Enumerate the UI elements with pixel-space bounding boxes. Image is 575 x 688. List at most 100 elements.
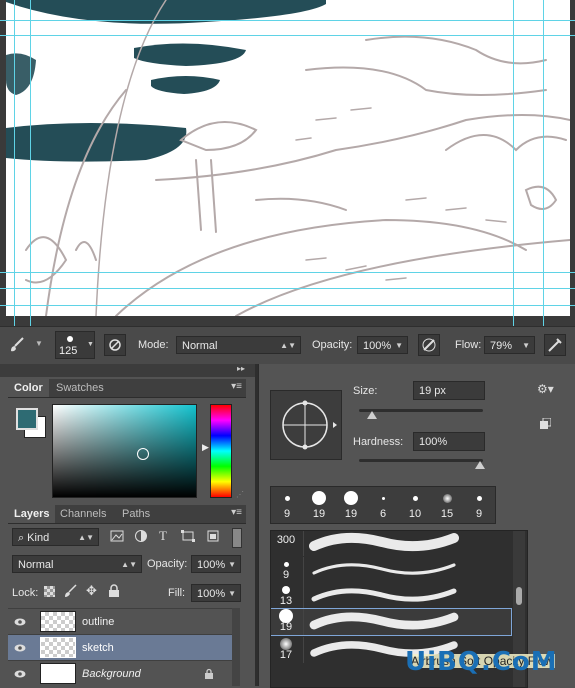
recent-brush-tip[interactable]: [442, 493, 452, 503]
layer-blend-mode-select[interactable]: Normal ▲▼: [12, 555, 142, 573]
collapse-panels-icon[interactable]: ▸▸: [237, 364, 245, 373]
brush-panel-toggle-button[interactable]: [104, 334, 126, 356]
brush-preset-row[interactable]: 13: [271, 583, 511, 609]
layers-scrollbar[interactable]: [232, 608, 240, 686]
lock-position-icon[interactable]: ✥: [86, 583, 97, 599]
brush-tip-size: 19: [279, 621, 293, 633]
guide-horizontal[interactable]: [0, 20, 575, 21]
recent-brush-tip[interactable]: [312, 491, 326, 505]
brush-tip-size: 17: [279, 649, 293, 661]
pressure-pen-icon: [422, 338, 436, 352]
layer-row-background[interactable]: Background: [8, 660, 232, 686]
hardness-input[interactable]: 100%: [413, 432, 485, 451]
guide-horizontal[interactable]: [0, 272, 575, 273]
lock-image-pixels-icon[interactable]: [64, 584, 78, 601]
visibility-eye-icon[interactable]: [14, 616, 26, 628]
panel-menu-icon[interactable]: ▾≡: [231, 381, 242, 392]
guide-vertical[interactable]: [543, 0, 544, 326]
opacity-input[interactable]: 100% ▼: [357, 336, 408, 354]
fill-input[interactable]: 100% ▼: [191, 584, 241, 602]
panel-menu-icon[interactable]: ▾≡: [231, 507, 242, 518]
layer-filter-select[interactable]: ⌕ Kind ▲▼: [12, 528, 99, 546]
lock-transparent-pixels-icon[interactable]: [44, 586, 55, 597]
layer-blend-mode-value: Normal: [18, 559, 54, 571]
layer-name[interactable]: outline: [82, 616, 114, 628]
recent-brush-size: 9: [283, 508, 291, 520]
brush-preset-picker[interactable]: 125 ▼: [55, 331, 95, 359]
recent-brush-tip[interactable]: [412, 495, 418, 501]
filter-smart-objects-icon[interactable]: [206, 530, 220, 545]
tab-swatches[interactable]: Swatches: [50, 379, 110, 397]
document-canvas[interactable]: [0, 0, 575, 326]
up-down-arrows-icon: ▲▼: [78, 533, 94, 542]
guide-horizontal[interactable]: [0, 288, 575, 289]
tab-channels[interactable]: Channels: [54, 505, 112, 523]
recent-brush-tip[interactable]: [381, 496, 385, 500]
brush-tip-shape-preview[interactable]: [270, 390, 342, 460]
brush-tool-icon[interactable]: [8, 336, 26, 357]
filter-toggle-switch[interactable]: [232, 528, 242, 548]
guide-vertical[interactable]: [14, 0, 15, 326]
brush-preset-row[interactable]: 300: [271, 531, 511, 556]
layer-row-sketch[interactable]: sketch: [8, 634, 232, 660]
brush-size-input[interactable]: 19 px: [413, 381, 485, 400]
recent-brush-size: 6: [379, 508, 387, 520]
guide-vertical[interactable]: [30, 0, 31, 326]
brush-angle-roundness-icon[interactable]: [271, 391, 341, 459]
layer-name[interactable]: Background: [82, 668, 141, 680]
hardness-slider[interactable]: [359, 459, 485, 469]
brush-stroke-preview: [303, 583, 462, 609]
brush-preset-row[interactable]: 19: [271, 608, 512, 636]
chevron-down-icon[interactable]: ▼: [522, 337, 530, 355]
layer-opacity-label: Opacity:: [147, 558, 188, 570]
recent-brush-tip[interactable]: [476, 495, 482, 501]
hue-slider[interactable]: [210, 404, 232, 498]
brush-size-readout: 125: [59, 345, 78, 357]
sketch-artwork: [6, 0, 570, 316]
visibility-eye-icon[interactable]: [14, 668, 26, 680]
gear-icon[interactable]: ⚙▾: [537, 382, 554, 396]
filter-adjustment-layers-icon[interactable]: [134, 529, 148, 546]
airbrush-button[interactable]: [544, 334, 566, 356]
brush-tip-thumbnail: [283, 561, 289, 567]
layer-name[interactable]: sketch: [82, 642, 114, 654]
chevron-down-icon[interactable]: ▼: [228, 585, 236, 603]
brush-preset-row[interactable]: 9: [271, 557, 511, 583]
tab-color[interactable]: Color: [8, 379, 49, 397]
visibility-eye-icon[interactable]: [14, 642, 26, 654]
blend-mode-value: Normal: [182, 340, 218, 352]
chevron-down-icon[interactable]: ▼: [395, 337, 403, 355]
flow-input[interactable]: 79% ▼: [484, 336, 535, 354]
resize-grip-icon[interactable]: ⋰: [236, 490, 244, 499]
new-preset-icon[interactable]: [539, 417, 552, 433]
layer-row-outline[interactable]: outline: [8, 608, 232, 634]
foreground-color-swatch[interactable]: [16, 408, 38, 430]
filter-type-layers-icon[interactable]: T: [159, 528, 167, 544]
tab-paths[interactable]: Paths: [116, 505, 156, 523]
flow-value: 79%: [490, 340, 513, 352]
filter-pixel-layers-icon[interactable]: [110, 530, 124, 545]
tab-layers[interactable]: Layers: [8, 505, 56, 523]
color-field[interactable]: [52, 404, 197, 498]
brush-size-slider[interactable]: [359, 409, 483, 419]
guide-horizontal[interactable]: [0, 35, 575, 36]
color-picker-ring[interactable]: [137, 448, 149, 460]
recent-brush-size: 19: [312, 508, 326, 520]
hardness-slider-handle[interactable]: [475, 461, 485, 469]
guide-vertical[interactable]: [513, 0, 514, 326]
brush-list-scroll-thumb[interactable]: [516, 587, 522, 605]
tool-preset-arrow-icon[interactable]: ▼: [35, 339, 43, 348]
hue-slider-handle[interactable]: ▶: [202, 442, 209, 453]
recent-brush-tip[interactable]: [284, 495, 290, 501]
lock-all-icon[interactable]: [108, 584, 120, 601]
layer-opacity-input[interactable]: 100% ▼: [191, 555, 241, 573]
tablet-pressure-opacity-button[interactable]: [418, 334, 440, 356]
recent-brush-tip[interactable]: [344, 491, 358, 505]
guide-horizontal[interactable]: [0, 305, 575, 306]
blend-mode-select[interactable]: Normal ▲▼: [176, 336, 301, 354]
opacity-label: Opacity:: [312, 339, 353, 351]
left-panel-dock: ▸▸ Color Swatches ▾≡ ▶ ⋰ Layers Channels…: [0, 364, 258, 686]
brush-size-slider-handle[interactable]: [367, 411, 378, 419]
filter-shape-layers-icon[interactable]: [181, 530, 195, 545]
chevron-down-icon[interactable]: ▼: [228, 556, 236, 574]
